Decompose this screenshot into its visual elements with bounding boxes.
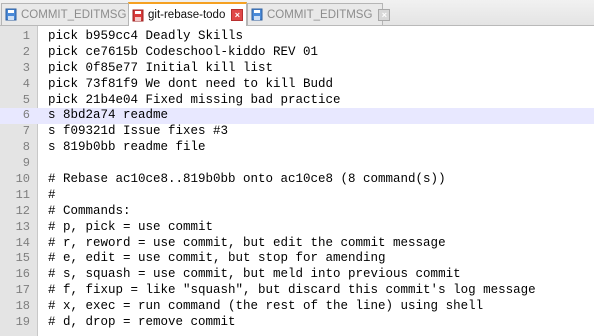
line-text: # f, fixup = like "squash", but discard … [48, 283, 536, 298]
close-icon[interactable]: × [378, 8, 391, 21]
line-number: 16 [15, 267, 30, 282]
line-number: 14 [15, 235, 30, 250]
text-editor[interactable]: 1 pick b959cc4 Deadly Skills 2 pick ce7615… [0, 26, 594, 336]
line-text: pick ce7615b Codeschool-kiddo REV 01 [48, 44, 319, 59]
tab-git-rebase-todo[interactable]: git-rebase-todo × [128, 2, 247, 26]
editor-line[interactable]: 1 pick b959cc4 Deadly Skills [0, 29, 594, 45]
editor-line[interactable]: 15 # e, edit = use commit, but stop for a… [0, 251, 594, 267]
line-text: # x, exec = run command (the rest of the… [48, 299, 484, 314]
line-text: # Rebase ac10ce8..819b0bb onto ac10ce8 (… [48, 172, 446, 187]
editor-line[interactable]: 13 # p, pick = use commit [0, 220, 594, 236]
editor-line[interactable]: 18 # x, exec = run command (the rest of t… [0, 299, 594, 315]
line-number: 13 [15, 219, 30, 234]
line-number: 10 [15, 172, 30, 187]
line-text: # r, reword = use commit, but edit the c… [48, 235, 446, 250]
editor-line[interactable]: 7 s f09321d Issue fixes #3 [0, 124, 594, 140]
line-text: pick b959cc4 Deadly Skills [48, 29, 244, 43]
tab-commit-editmsg-2[interactable]: COMMIT_EDITMSG × [247, 3, 391, 25]
tab-commit-editmsg-1[interactable]: COMMIT_EDITMSG × [1, 3, 145, 25]
line-number: 15 [15, 251, 30, 266]
line-text: # Commands: [48, 203, 131, 218]
line-number: 11 [15, 187, 30, 202]
editor-line[interactable]: 5 pick 21b4e04 Fixed missing bad practice [0, 93, 594, 109]
line-number: 5 [22, 92, 30, 107]
line-text: pick 73f81f9 We dont need to kill Budd [48, 76, 334, 91]
file-modified-icon [132, 9, 144, 22]
line-number: 19 [15, 315, 30, 330]
line-number: 12 [15, 203, 30, 218]
editor-line-current[interactable]: 6 s 8bd2a74 readme [0, 108, 594, 125]
line-text: s f09321d Issue fixes #3 [48, 124, 229, 139]
editor-line[interactable]: 19 # d, drop = remove commit [0, 315, 594, 331]
line-text: # e, edit = use commit, but stop for ame… [48, 251, 386, 266]
editor-line[interactable]: 2 pick ce7615b Codeschool-kiddo REV 01 [0, 45, 594, 61]
editor-line[interactable]: 17 # f, fixup = like "squash", but discar… [0, 283, 594, 299]
line-number: 4 [22, 76, 30, 91]
line-number: 7 [22, 124, 30, 139]
editor-line[interactable]: 4 pick 73f81f9 We dont need to kill Budd [0, 77, 594, 93]
line-number: 18 [15, 299, 30, 314]
editor-line[interactable]: 11 # [0, 188, 594, 204]
tab-bar: COMMIT_EDITMSG × git-rebase-todo × COMMI… [0, 0, 594, 26]
file-saved-icon [5, 8, 17, 21]
line-number: 8 [22, 140, 30, 155]
tab-label: git-rebase-todo [148, 9, 226, 21]
line-text: # s, squash = use commit, but meld into … [48, 267, 461, 282]
line-text: # [48, 187, 56, 202]
tab-label: COMMIT_EDITMSG [21, 8, 127, 21]
line-text: s 8bd2a74 readme [48, 108, 169, 123]
line-text: # p, pick = use commit [48, 219, 214, 234]
line-text: s 819b0bb readme file [48, 140, 206, 155]
editor-line[interactable]: 3 pick 0f85e77 Initial kill list [0, 61, 594, 77]
line-number: 3 [22, 60, 30, 75]
editor-line[interactable]: 9 [0, 156, 594, 172]
editor-lines: 1 pick b959cc4 Deadly Skills 2 pick ce7615… [0, 29, 594, 331]
editor-line[interactable]: 14 # r, reword = use commit, but edit the… [0, 236, 594, 252]
close-icon[interactable]: × [231, 9, 244, 21]
editor-line[interactable]: 10 # Rebase ac10ce8..819b0bb onto ac10ce8… [0, 172, 594, 188]
line-number: 1 [22, 29, 30, 43]
line-text: pick 0f85e77 Initial kill list [48, 60, 274, 75]
file-saved-icon [251, 8, 263, 21]
editor-line[interactable]: 8 s 819b0bb readme file [0, 140, 594, 156]
line-number: 6 [22, 108, 30, 123]
line-text: # d, drop = remove commit [48, 315, 236, 330]
line-text: pick 21b4e04 Fixed missing bad practice [48, 92, 341, 107]
editor-line[interactable]: 12 # Commands: [0, 204, 594, 220]
line-number: 9 [22, 156, 30, 171]
line-number: 17 [15, 283, 30, 298]
line-number: 2 [22, 44, 30, 59]
tab-label: COMMIT_EDITMSG [267, 8, 373, 21]
editor-line[interactable]: 16 # s, squash = use commit, but meld int… [0, 267, 594, 283]
